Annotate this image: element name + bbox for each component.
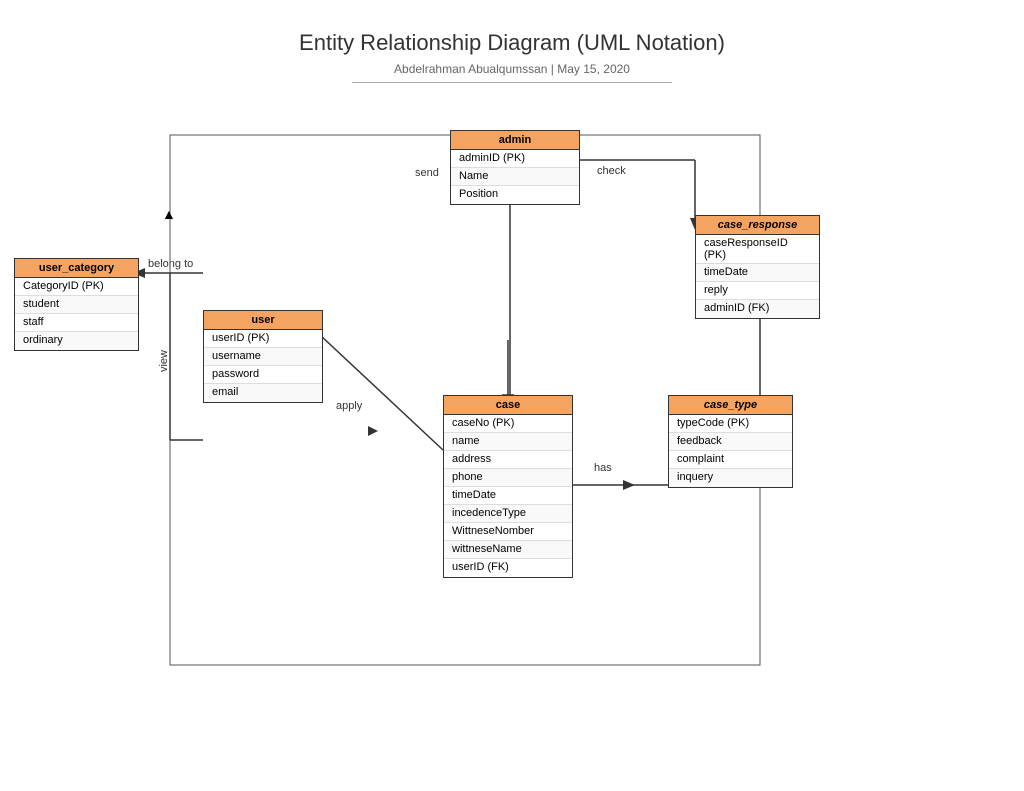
user-category-field-2: staff bbox=[15, 314, 138, 332]
case-type-field-2: complaint bbox=[669, 451, 792, 469]
user-field-3: email bbox=[204, 384, 322, 402]
case-field-2: address bbox=[444, 451, 572, 469]
user-category-field-3: ordinary bbox=[15, 332, 138, 350]
case-type-header: case_type bbox=[669, 396, 792, 415]
case-field-7: wittneseName bbox=[444, 541, 572, 559]
user-header: user bbox=[204, 311, 322, 330]
user-field-1: username bbox=[204, 348, 322, 366]
view-label: view bbox=[158, 350, 170, 372]
user-category-header: user_category bbox=[15, 259, 138, 278]
case-field-1: name bbox=[444, 433, 572, 451]
entity-admin: admin adminID (PK) Name Position bbox=[450, 130, 580, 205]
admin-field-0: adminID (PK) bbox=[451, 150, 579, 168]
case-type-field-3: inquery bbox=[669, 469, 792, 487]
admin-header: admin bbox=[451, 131, 579, 150]
case-header: case bbox=[444, 396, 572, 415]
page-subtitle: Abdelrahman Abualqumssan | May 15, 2020 bbox=[352, 62, 672, 83]
has-label: has bbox=[594, 462, 612, 474]
case-field-0: caseNo (PK) bbox=[444, 415, 572, 433]
entity-case-response: case_response caseResponseID (PK) timeDa… bbox=[695, 215, 820, 319]
page-title: Entity Relationship Diagram (UML Notatio… bbox=[0, 0, 1024, 56]
user-field-2: password bbox=[204, 366, 322, 384]
case-type-field-1: feedback bbox=[669, 433, 792, 451]
case-field-5: incedenceType bbox=[444, 505, 572, 523]
send-label: send bbox=[415, 167, 439, 179]
belong-to-label: belong to bbox=[148, 258, 193, 270]
entity-case: case caseNo (PK) name address phone time… bbox=[443, 395, 573, 578]
case-field-8: userID (FK) bbox=[444, 559, 572, 577]
case-response-header: case_response bbox=[696, 216, 819, 235]
entity-user: user userID (PK) username password email bbox=[203, 310, 323, 403]
case-response-field-0: caseResponseID (PK) bbox=[696, 235, 819, 264]
case-type-field-0: typeCode (PK) bbox=[669, 415, 792, 433]
case-response-field-2: reply bbox=[696, 282, 819, 300]
user-category-field-1: student bbox=[15, 296, 138, 314]
entity-user-category: user_category CategoryID (PK) student st… bbox=[14, 258, 139, 351]
case-response-field-1: timeDate bbox=[696, 264, 819, 282]
view-arrow: ▲ bbox=[162, 206, 176, 222]
admin-field-2: Position bbox=[451, 186, 579, 204]
check-label: check bbox=[597, 165, 626, 177]
case-field-6: WittneseNomber bbox=[444, 523, 572, 541]
entity-case-type: case_type typeCode (PK) feedback complai… bbox=[668, 395, 793, 488]
apply-label: apply bbox=[336, 400, 362, 412]
case-field-4: timeDate bbox=[444, 487, 572, 505]
admin-field-1: Name bbox=[451, 168, 579, 186]
user-category-field-0: CategoryID (PK) bbox=[15, 278, 138, 296]
user-field-0: userID (PK) bbox=[204, 330, 322, 348]
case-response-field-3: adminID (FK) bbox=[696, 300, 819, 318]
diagram-area: send check belong to apply has view ▲ ad… bbox=[0, 110, 1024, 790]
case-field-3: phone bbox=[444, 469, 572, 487]
